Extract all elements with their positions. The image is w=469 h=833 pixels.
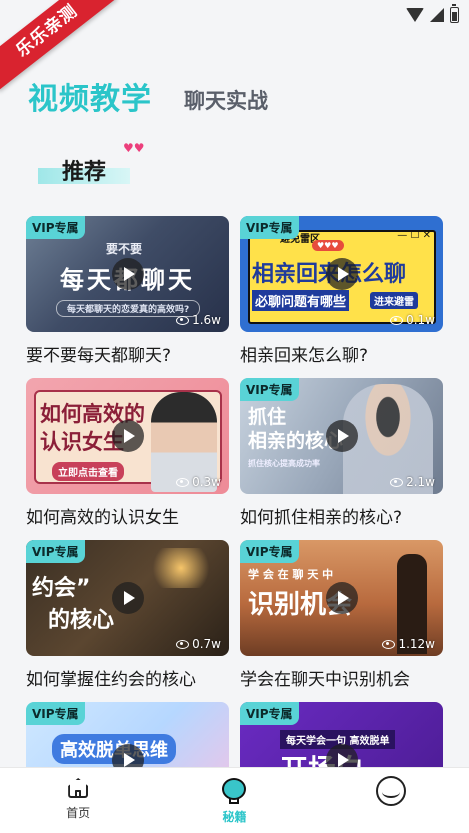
video-thumbnail[interactable]: 如何高效的 认识女生 立即点击查看 0.3w <box>26 378 229 494</box>
lightbulb-icon <box>222 778 247 804</box>
video-thumbnail[interactable]: 学 会 在 聊 天 中 识别机会 VIP专属 1.12w <box>240 540 443 656</box>
thumbnail-text: 约会” <box>32 576 91 601</box>
play-icon[interactable] <box>111 258 144 290</box>
light-glow <box>146 548 216 588</box>
view-count: 0.7w <box>176 637 221 651</box>
eye-icon <box>390 315 404 325</box>
video-title[interactable]: 相亲回来怎么聊? <box>240 341 443 366</box>
home-icon <box>67 778 89 800</box>
play-icon[interactable] <box>111 582 144 614</box>
eye-icon <box>382 639 396 649</box>
thumbnail-text: 抓住核心提高成功率 <box>248 459 320 468</box>
vip-badge: VIP专属 <box>26 702 85 725</box>
thumbnail-text: 的核心 <box>48 608 115 633</box>
thumbnail-text: 立即点击查看 <box>52 462 124 481</box>
thumbnail-text: 要不要 <box>106 242 143 256</box>
video-card[interactable]: 约会” 的核心 VIP专属 0.7w 如何掌握住约会的核心 <box>26 540 229 690</box>
view-count: 0.3w <box>176 475 221 489</box>
header-tabs: 视频教学 聊天实战 <box>28 74 268 118</box>
video-card[interactable]: 抓住 相亲的核心 抓住核心提高成功率 VIP专属 2.1w 如何抓住相亲的核心? <box>240 378 443 528</box>
view-count-value: 0.7w <box>192 637 221 651</box>
vip-badge: VIP专属 <box>26 540 85 563</box>
nav-label: 首页 <box>66 806 91 820</box>
play-icon[interactable] <box>325 582 358 614</box>
thumbnail-text: 必聊问题有哪些 <box>252 290 350 311</box>
eye-icon <box>176 477 190 487</box>
thumbnail-text: 认识女生 <box>40 430 124 454</box>
video-title[interactable]: 学会在聊天中识别机会 <box>240 665 443 690</box>
view-count: 0.1w <box>390 313 435 327</box>
wifi-icon <box>406 8 424 22</box>
video-title[interactable]: 如何掌握住约会的核心 <box>26 665 229 690</box>
video-card[interactable]: 避免雷区 — ☐ ✕ ♥♥♥ 相亲回来怎么聊 必聊问题有哪些 进来避雷 VIP专… <box>240 216 443 366</box>
view-count-value: 0.1w <box>406 313 435 327</box>
view-count: 1.12w <box>382 637 435 651</box>
nav-label: 秘籍 <box>222 810 247 824</box>
thumbnail-text: 学 会 在 聊 天 中 <box>248 568 334 581</box>
play-icon[interactable] <box>111 420 144 452</box>
window-controls: — ☐ ✕ <box>397 230 431 241</box>
video-card[interactable]: 如何高效的 认识女生 立即点击查看 0.3w 如何高效的认识女生 <box>26 378 229 528</box>
video-title[interactable]: 要不要每天都聊天? <box>26 341 229 366</box>
video-title[interactable]: 如何高效的认识女生 <box>26 503 229 528</box>
view-count-value: 1.6w <box>192 313 221 327</box>
tab-video-tutorial[interactable]: 视频教学 <box>28 74 152 118</box>
video-thumbnail[interactable]: 抓住 相亲的核心 抓住核心提高成功率 VIP专属 2.1w <box>240 378 443 494</box>
video-thumbnail[interactable]: 要不要 每天都聊天 每天都聊天的恋爱真的高效吗? VIP专属 1.6w <box>26 216 229 332</box>
play-icon[interactable] <box>325 258 358 290</box>
view-count-value: 0.3w <box>192 475 221 489</box>
bottom-nav: 首页 秘籍 <box>0 767 469 833</box>
video-thumbnail[interactable]: 约会” 的核心 VIP专属 0.7w <box>26 540 229 656</box>
signal-icon <box>430 8 444 22</box>
nav-home[interactable]: 首页 <box>0 768 156 833</box>
video-card[interactable]: 要不要 每天都聊天 每天都聊天的恋爱真的高效吗? VIP专属 1.6w 要不要每… <box>26 216 229 366</box>
heart-icon: ♥♥♥ <box>312 240 344 251</box>
eye-icon <box>390 477 404 487</box>
status-icons <box>406 4 459 23</box>
vip-badge: VIP专属 <box>26 216 85 239</box>
thumbnail-text: 抓住 <box>248 406 287 428</box>
view-count: 2.1w <box>390 475 435 489</box>
vip-badge: VIP专属 <box>240 216 299 239</box>
vip-badge: VIP专属 <box>240 702 299 725</box>
section-heading: 推荐 ♥♥ <box>38 142 145 186</box>
heart-icon: ♥♥ <box>123 141 145 155</box>
battery-icon <box>450 4 459 23</box>
thumbnail-text: 进来避雷 <box>370 292 418 309</box>
video-card[interactable]: 学 会 在 聊 天 中 识别机会 VIP专属 1.12w 学会在聊天中识别机会 <box>240 540 443 690</box>
view-count-value: 1.12w <box>398 637 435 651</box>
vip-badge: VIP专属 <box>240 378 299 401</box>
eye-icon <box>176 639 190 649</box>
eye-icon <box>176 315 190 325</box>
nav-profile[interactable] <box>313 768 469 833</box>
video-thumbnail[interactable]: 避免雷区 — ☐ ✕ ♥♥♥ 相亲回来怎么聊 必聊问题有哪些 进来避雷 VIP专… <box>240 216 443 332</box>
video-title[interactable]: 如何抓住相亲的核心? <box>240 503 443 528</box>
nav-secrets[interactable]: 秘籍 <box>156 768 312 833</box>
profile-icon <box>375 776 406 806</box>
vip-badge: VIP专属 <box>240 540 299 563</box>
play-icon[interactable] <box>325 420 358 452</box>
view-count: 1.6w <box>176 313 221 327</box>
section-title: 推荐 <box>62 160 107 185</box>
view-count-value: 2.1w <box>406 475 435 489</box>
tab-chat-practice[interactable]: 聊天实战 <box>184 85 268 118</box>
